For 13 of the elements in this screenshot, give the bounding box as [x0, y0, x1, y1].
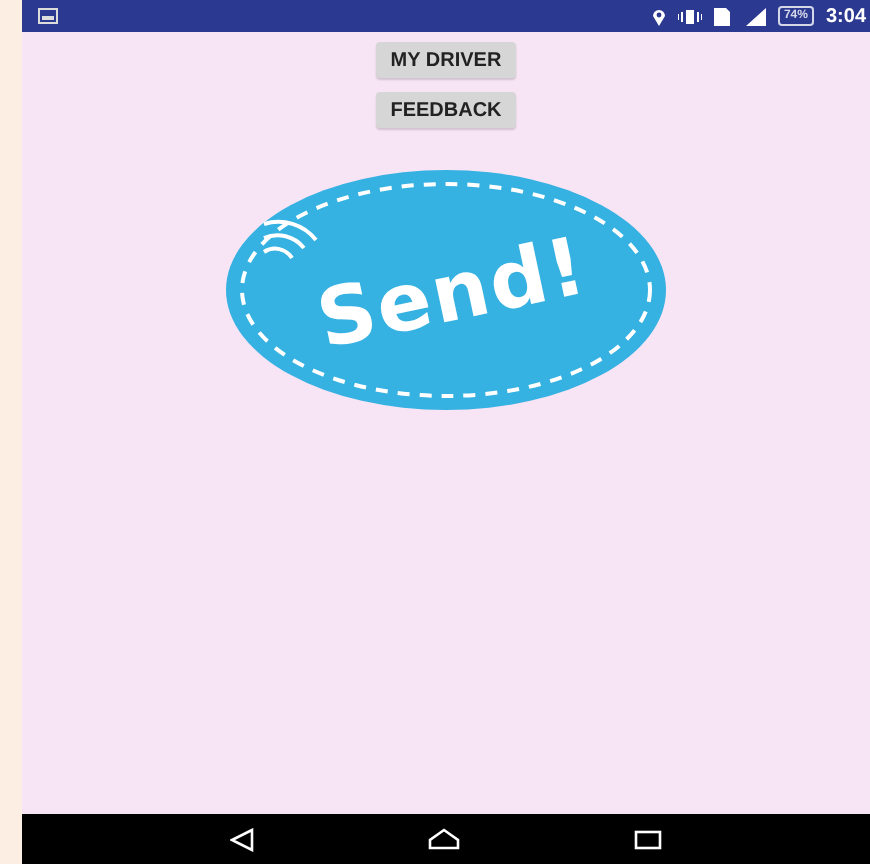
- signal-icon: [741, 7, 766, 25]
- vibrate-icon: [677, 7, 702, 25]
- location-icon: [651, 7, 666, 25]
- back-icon[interactable]: [229, 827, 254, 851]
- sim-icon: [713, 7, 730, 25]
- app-button[interactable]: FEEDBACK: [376, 92, 516, 128]
- recents-icon[interactable]: [634, 829, 663, 849]
- clock: 3:04: [825, 5, 866, 27]
- wireless-icon: [262, 219, 318, 260]
- image-icon: [38, 8, 58, 24]
- app-button[interactable]: MY DRIVER: [376, 42, 516, 78]
- home-icon[interactable]: [427, 828, 460, 850]
- logo-text: Send!: [309, 220, 596, 368]
